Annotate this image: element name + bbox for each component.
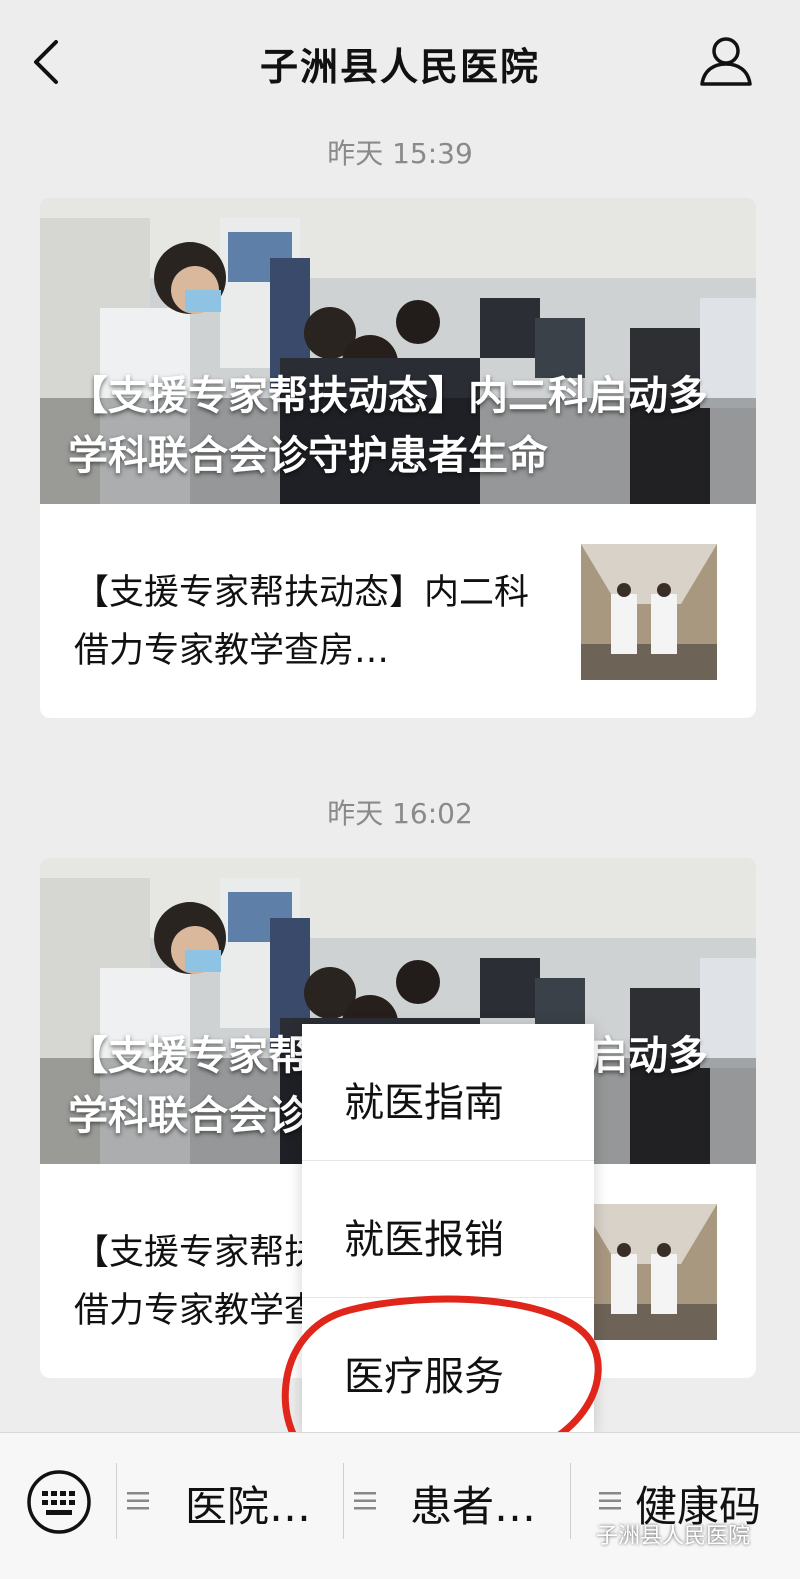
tab-patient[interactable]: 患者…	[344, 1433, 570, 1579]
sub-article-item[interactable]: 【支援专家帮扶动态】内二科借力专家教学查房…	[40, 504, 756, 718]
sub-article-thumbnail	[581, 544, 717, 680]
message-timestamp: 昨天 16:02	[327, 797, 473, 830]
menu-item-guide[interactable]: 就医指南	[302, 1024, 594, 1160]
message-timestamp: 昨天 15:39	[327, 137, 473, 170]
tab-health-code[interactable]: 健康码	[571, 1433, 800, 1579]
profile-button[interactable]	[696, 34, 756, 90]
tab-label: 医院…	[185, 1482, 312, 1531]
article-cover[interactable]: 【支援专家帮扶动态】内二科启动多学科联合会诊守护患者生命	[40, 198, 756, 504]
sub-article-thumbnail	[581, 1204, 717, 1340]
menu-lines-icon	[354, 1492, 376, 1510]
menu-lines-icon	[127, 1492, 149, 1510]
sub-article-title: 【支援专家帮扶动态】内二科借力专家教学查房…	[74, 573, 530, 671]
watermark: 子洲县人民医院	[596, 1524, 751, 1549]
article-cover-title: 【支援专家帮扶动态】内二科启动多学科联合会诊守护患者生命	[68, 373, 708, 479]
page-title: 子洲县人民医院	[259, 45, 540, 89]
menu-lines-icon	[599, 1492, 621, 1510]
bottom-menu-bar: 医院… 患者… 健康码	[0, 1432, 800, 1579]
keyboard-icon	[27, 1470, 91, 1534]
keyboard-toggle-button[interactable]	[26, 1469, 92, 1535]
article-card[interactable]: 【支援专家帮扶动态】内二科启动多学科联合会诊守护患者生命 【支援专家帮扶动态】内…	[40, 198, 756, 718]
person-icon	[700, 37, 752, 86]
menu-item-reimbursement[interactable]: 就医报销	[302, 1161, 594, 1297]
menu-item-label: 就医报销	[344, 1217, 504, 1263]
nav-bar: 子洲县人民医院	[0, 0, 800, 118]
sub-menu-popup: 就医指南 就医报销 医疗服务	[302, 1024, 594, 1432]
menu-item-label: 就医指南	[344, 1080, 504, 1126]
tab-hospital[interactable]: 医院…	[117, 1433, 343, 1579]
tab-label: 患者…	[410, 1482, 537, 1531]
menu-item-medical-service[interactable]: 医疗服务	[302, 1298, 594, 1434]
menu-item-label: 医疗服务	[344, 1354, 504, 1400]
